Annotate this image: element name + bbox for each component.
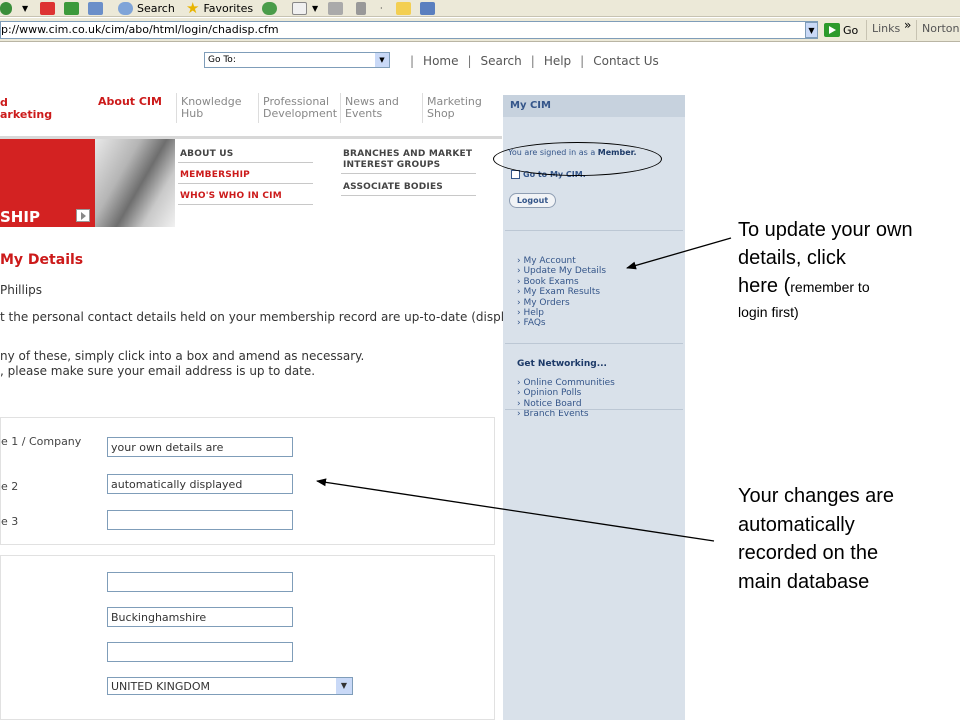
networking-heading: Get Networking... [517,359,607,369]
address-bar: p://www.cim.co.uk/cim/abo/html/login/cha… [0,18,960,42]
search-button[interactable]: Search [118,0,175,16]
menu-opinion-polls[interactable]: Opinion Polls [517,388,615,398]
search-label: Search [137,1,175,15]
networking-menu: Online Communities Opinion Polls Notice … [517,378,615,420]
address-line1-input[interactable]: your own details are [107,437,293,457]
banner-arrow-icon[interactable] [76,209,90,222]
logout-button[interactable]: Logout [509,193,556,208]
edit-dropdown-icon[interactable]: · [380,0,383,16]
address-line3-input[interactable] [107,510,293,530]
nav-contact-us[interactable]: Contact Us [593,54,659,68]
go-button[interactable]: Go [824,22,858,38]
top-nav: | Home | Search | Help | Contact Us [410,54,659,68]
county-input[interactable]: Buckinghamshire [107,607,293,627]
research-icon[interactable] [420,0,435,16]
sublink-membership[interactable]: MEMBERSHIP [180,170,250,180]
nav-home[interactable]: Home [423,54,458,68]
mail-dropdown-icon[interactable]: ▼ [312,0,318,16]
country-value: UNITED KINGDOM [111,680,210,693]
chevron-down-icon: ▼ [375,53,389,67]
menu-my-account[interactable]: My Account [517,256,606,266]
field-label-company: e 1 / Company [1,435,82,448]
menu-my-orders[interactable]: My Orders [517,298,606,308]
address-form-section: e 1 / Company e 2 e 3 your own details a… [0,417,495,545]
address-input[interactable]: p://www.cim.co.uk/cim/abo/html/login/cha… [0,21,818,39]
sublink-interest-groups[interactable]: INTEREST GROUPS [343,160,440,170]
chevron-down-icon: ▼ [336,678,352,694]
annotation-update-details: To update your own details, click here (… [738,219,913,320]
highlight-ellipse [493,142,662,176]
stop-icon[interactable] [40,0,55,16]
brand-logo-text[interactable]: d arketing [0,97,52,121]
sublink-branches[interactable]: BRANCHES AND MARKET [343,149,472,159]
mainnav-marketing-shop[interactable]: Marketing Shop [427,96,482,120]
menu-online-communities[interactable]: Online Communities [517,378,614,388]
page-title: My Details [0,252,84,268]
mainnav-about-cim[interactable]: About CIM [98,96,162,108]
favorites-button[interactable]: ★ Favorites [186,0,254,17]
menu-my-exam-results[interactable]: My Exam Results [517,287,606,297]
star-icon: ★ [186,0,200,17]
mainnav-knowledge-hub[interactable]: Knowledge Hub [181,96,241,120]
go-label: Go [843,23,859,37]
search-icon [118,1,133,15]
go-arrow-icon [824,23,840,37]
menu-faqs[interactable]: FAQs [517,318,606,328]
chevron-icon[interactable]: » [904,18,911,32]
toolbar-separator [866,20,867,40]
member-name: Phillips [0,283,43,297]
sublink-associate-bodies[interactable]: ASSOCIATE BODIES [343,182,443,192]
links-button[interactable]: Links [872,22,900,35]
town-input[interactable] [107,572,293,592]
goto-select[interactable]: Go To: ▼ [204,52,390,68]
address-line2-input[interactable]: automatically displayed [107,474,293,494]
menu-book-exams[interactable]: Book Exams [517,277,606,287]
address-dropdown-icon[interactable]: ▼ [805,22,818,38]
print-icon[interactable] [328,0,343,16]
norton-button[interactable]: Norton [922,22,960,35]
account-menu: My Account Update My Details Book Exams … [517,256,606,329]
toolbar-separator [916,20,917,40]
banner-photo [95,139,175,227]
menu-update-my-details[interactable]: Update My Details [517,266,606,276]
nav-search[interactable]: Search [481,54,522,68]
menu-help[interactable]: Help [517,308,606,318]
sublink-about-us[interactable]: ABOUT US [180,149,233,159]
media-icon[interactable] [262,0,277,16]
instruction-line-2: , please make sure your email address is… [0,364,316,378]
sublink-whos-who[interactable]: WHO'S WHO IN CIM [180,191,282,201]
dropdown-arrow-icon[interactable]: ▼ [22,0,28,16]
annotation-changes-recorded: Your changes are automatically recorded … [738,485,895,593]
sidebar-title: My CIM [510,100,551,111]
mail-icon[interactable] [292,0,307,16]
mainnav-professional-development[interactable]: Professional Development [263,96,337,120]
folder-icon[interactable] [396,0,411,16]
mainnav-news-events[interactable]: News and Events [345,96,399,120]
location-form-section: Buckinghamshire UNITED KINGDOM ▼ [0,555,495,720]
postcode-input[interactable] [107,642,293,662]
back-icon[interactable] [0,0,12,16]
intro-text: t the personal contact details held on y… [0,310,534,324]
goto-select-value: Go To: [208,55,236,65]
nav-help[interactable]: Help [544,54,571,68]
edit-icon[interactable] [356,0,366,16]
home-icon[interactable] [88,0,103,16]
instruction-line-1: ny of these, simply click into a box and… [0,349,365,363]
banner-title: SHIP [0,208,40,226]
refresh-icon[interactable] [64,0,79,16]
country-select[interactable]: UNITED KINGDOM ▼ [107,677,353,695]
browser-toolbar: ▼ Search ★ Favorites ▼ · [0,0,960,17]
screenshot-root: ▼ Search ★ Favorites ▼ · p://www.cim.co.… [0,0,960,720]
web-page: Go To: ▼ | Home | Search | Help | Contac… [0,43,960,720]
field-label-line3: e 3 [1,515,19,528]
favorites-label: Favorites [203,1,254,15]
menu-branch-events[interactable]: Branch Events [517,409,615,419]
field-label-line2: e 2 [1,480,19,493]
menu-notice-board[interactable]: Notice Board [517,399,615,409]
